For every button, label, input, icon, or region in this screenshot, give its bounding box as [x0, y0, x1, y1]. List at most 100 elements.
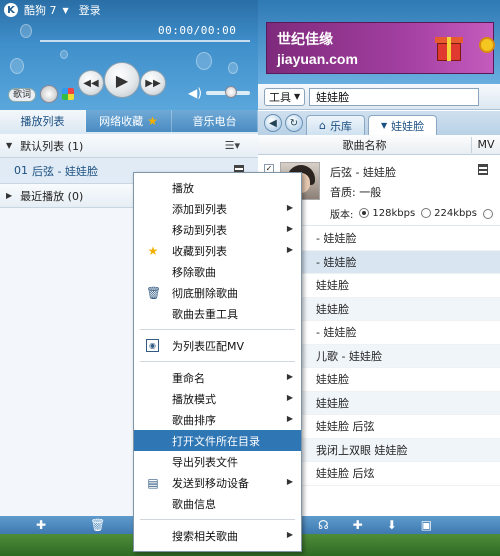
- tab-label: 音乐电台: [192, 115, 237, 128]
- menu-item-export[interactable]: 导出列表文件: [134, 451, 301, 472]
- menu-separator: [140, 361, 295, 362]
- submenu-arrow-icon: ▶: [286, 393, 293, 402]
- raindrop-decoration: [228, 62, 238, 74]
- menu-item-label: 移除歌曲: [172, 265, 216, 279]
- chevron-down-icon[interactable]: ▼: [63, 6, 69, 15]
- download-icon[interactable]: ⬇: [387, 518, 397, 532]
- search-input[interactable]: [309, 87, 480, 106]
- library-nav: ◀ ↻ ⌂ 乐库 ▼ 娃娃脸: [258, 111, 500, 135]
- login-link[interactable]: 登录: [79, 2, 101, 18]
- tab-radio[interactable]: 音乐电台: [172, 110, 258, 132]
- menu-item-label: 打开文件所在目录: [172, 434, 260, 448]
- collapse-arrow-icon[interactable]: ▶: [6, 191, 12, 200]
- star-icon: ★: [147, 114, 158, 128]
- detail-quality: 音质: 一般: [330, 186, 382, 199]
- list-menu-icon[interactable]: ☰▾: [225, 139, 240, 152]
- tools-label: 工具: [269, 90, 291, 104]
- menu-item-label: 歌曲排序: [172, 413, 216, 427]
- menu-item-dedupe[interactable]: 歌曲去重工具: [134, 303, 301, 324]
- tab-playlist[interactable]: 播放列表: [0, 110, 86, 132]
- refresh-button[interactable]: ↻: [285, 114, 303, 132]
- time-display: 00:00/00:00: [158, 24, 237, 37]
- previous-icon: ◀◀: [83, 77, 99, 89]
- menu-item-label: 播放: [172, 181, 194, 195]
- volume-icon[interactable]: ◀): [188, 86, 202, 100]
- library-header: 世纪佳缘 jiayuan.com: [258, 0, 500, 84]
- version-option-label: 128kbps: [372, 208, 416, 219]
- menu-item-label: 彻底删除歌曲: [172, 286, 238, 300]
- menu-item-label: 移动到列表: [172, 223, 227, 237]
- group-label: 默认列表 (1): [20, 139, 84, 153]
- menu-item-song-info[interactable]: 歌曲信息: [134, 493, 301, 514]
- version-option[interactable]: 128kbps: [359, 208, 415, 219]
- menu-item-search-related[interactable]: 搜索相关歌曲 ▶: [134, 525, 301, 546]
- menu-item-move-to-list[interactable]: 移动到列表 ▶: [134, 219, 301, 240]
- chevron-down-icon: ▼: [380, 121, 388, 130]
- chevron-down-icon: ▼: [294, 92, 301, 101]
- menu-item-match-mv[interactable]: ◉ 为列表匹配MV: [134, 335, 301, 356]
- previous-button[interactable]: ◀◀: [78, 70, 104, 96]
- player-header: K 酷狗 7 ▼ 登录 00:00/00:00 ◀◀ ▶ ▶▶ 歌词 ◀): [0, 0, 258, 110]
- app-title: 酷狗 7: [24, 4, 57, 17]
- submenu-arrow-icon: ▶: [286, 530, 293, 539]
- menu-separator: [140, 519, 295, 520]
- raindrop-decoration: [20, 24, 32, 38]
- menu-item-open-folder[interactable]: 打开文件所在目录: [134, 430, 301, 451]
- skin-color-icon[interactable]: [62, 88, 74, 100]
- tab-web-favorites[interactable]: 网络收藏 ★: [86, 110, 172, 132]
- expand-arrow-icon[interactable]: ▼: [6, 141, 12, 150]
- menu-item-send-to-device[interactable]: ▤ 发送到移动设备 ▶: [134, 472, 301, 493]
- menu-item-play[interactable]: 播放: [134, 177, 301, 198]
- context-menu: 播放 添加到列表 ▶ 移动到列表 ▶ ★ 收藏到列表 ▶ 移除歌曲 🗑 彻底删除歌曲 歌曲…: [133, 172, 302, 552]
- tools-button[interactable]: 工具 ▼: [264, 87, 306, 106]
- menu-item-play-mode[interactable]: 播放模式 ▶: [134, 388, 301, 409]
- track-title: 后弦 - 娃娃脸: [32, 164, 98, 178]
- menu-item-favorite[interactable]: ★ 收藏到列表 ▶: [134, 240, 301, 261]
- mv-icon[interactable]: [478, 164, 488, 175]
- volume-slider[interactable]: [206, 86, 250, 98]
- add-icon[interactable]: ✚: [353, 518, 363, 532]
- version-option[interactable]: 224kbps: [421, 208, 477, 219]
- kugou-logo-icon[interactable]: K: [4, 3, 18, 17]
- trash-icon[interactable]: 🗑: [90, 518, 105, 532]
- menu-item-add-to-list[interactable]: 添加到列表 ▶: [134, 198, 301, 219]
- radio-icon[interactable]: [482, 208, 493, 219]
- raindrop-decoration: [10, 58, 24, 74]
- menu-item-label: 导出列表文件: [172, 455, 238, 469]
- group-label: 最近播放 (0): [20, 189, 84, 203]
- equalizer-knob[interactable]: [40, 85, 58, 103]
- default-list-group[interactable]: ▼ 默认列表 (1) ☰▾: [0, 134, 258, 158]
- song-column-header[interactable]: 歌曲名称: [258, 136, 472, 153]
- next-button[interactable]: ▶▶: [140, 70, 166, 96]
- volume-knob[interactable]: [225, 86, 238, 98]
- back-button[interactable]: ◀: [264, 114, 282, 132]
- device-icon: ▤: [147, 476, 159, 490]
- flower-icon: [479, 37, 495, 53]
- radio-icon[interactable]: [421, 208, 432, 218]
- menu-item-delete[interactable]: 🗑 彻底删除歌曲: [134, 282, 301, 303]
- tab-search-results[interactable]: ▼ 娃娃脸: [367, 115, 438, 135]
- trash-icon: 🗑: [146, 286, 162, 300]
- ad-title: 世纪佳缘: [277, 32, 333, 48]
- raindrop-decoration: [60, 50, 68, 59]
- seek-bar[interactable]: [40, 40, 250, 42]
- menu-item-label: 添加到列表: [172, 202, 227, 216]
- lyrics-button[interactable]: 歌词: [8, 88, 37, 102]
- detail-title[interactable]: 后弦 - 娃娃脸: [330, 164, 396, 180]
- play-button[interactable]: ▶: [104, 62, 140, 98]
- menu-item-remove[interactable]: 移除歌曲: [134, 261, 301, 282]
- save-icon[interactable]: ▣: [421, 518, 432, 532]
- menu-item-label: 歌曲去重工具: [172, 307, 238, 321]
- ad-banner[interactable]: 世纪佳缘 jiayuan.com: [266, 22, 495, 74]
- mv-column-header[interactable]: MV: [472, 138, 500, 151]
- submenu-arrow-icon: ▶: [286, 477, 293, 486]
- star-icon: ★: [147, 244, 159, 258]
- add-icon[interactable]: ✚: [36, 518, 46, 532]
- radio-icon[interactable]: [359, 208, 370, 218]
- tab-library[interactable]: ⌂ 乐库: [306, 115, 365, 135]
- submenu-arrow-icon: ▶: [286, 414, 293, 423]
- headphones-icon[interactable]: ☊: [318, 518, 329, 532]
- menu-item-rename[interactable]: 重命名 ▶: [134, 367, 301, 388]
- menu-item-sort[interactable]: 歌曲排序 ▶: [134, 409, 301, 430]
- back-icon: ◀: [269, 117, 277, 129]
